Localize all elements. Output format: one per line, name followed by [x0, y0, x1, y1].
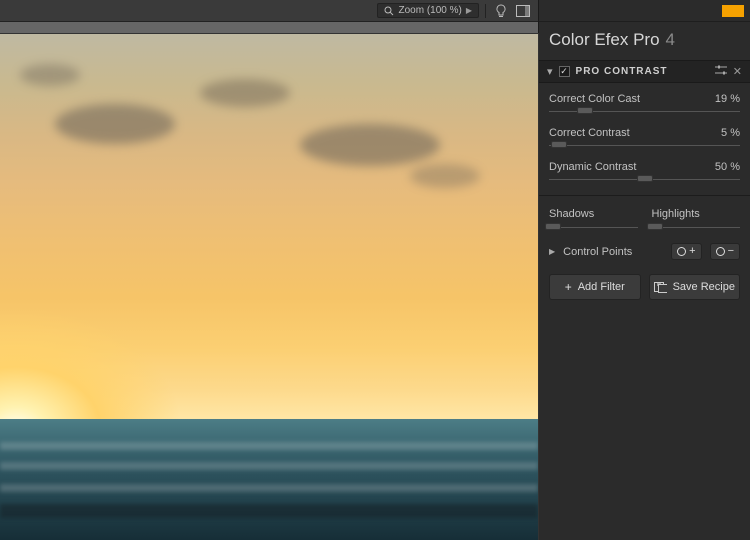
slider-track[interactable]: [549, 107, 740, 115]
zoom-control[interactable]: Zoom (100 %) ▶: [377, 3, 479, 18]
sliders-icon[interactable]: [715, 65, 727, 78]
slider-value: 50 %: [715, 161, 740, 173]
nik-logo: [722, 5, 744, 17]
control-points-label: Control Points: [563, 246, 663, 258]
slider-controls: Correct Color Cast 19 % Correct Contrast 5 …: [539, 83, 750, 189]
add-filter-button[interactable]: + Add Filter: [549, 274, 641, 300]
shadows-label: Shadows: [549, 208, 638, 220]
chevron-right-icon[interactable]: ▶: [549, 247, 555, 256]
slider-thumb[interactable]: [551, 141, 567, 148]
add-filter-label: Add Filter: [578, 281, 625, 293]
top-toolbar: Zoom (100 %) ▶: [0, 0, 538, 22]
slider-label: Dynamic Contrast: [549, 161, 636, 173]
magnifier-icon: [384, 6, 394, 16]
plus-icon: +: [565, 280, 572, 294]
slider-control: Correct Color Cast 19 %: [549, 93, 740, 115]
save-icon: [654, 282, 667, 293]
shadows-slider[interactable]: [549, 223, 638, 231]
slider-track[interactable]: [549, 175, 740, 183]
highlights-control: Highlights: [652, 208, 741, 231]
panel-title-row: Color Efex Pro 4: [539, 22, 750, 60]
add-control-point-button[interactable]: +: [671, 243, 701, 260]
target-icon: [716, 247, 725, 256]
action-buttons: + Add Filter Save Recipe: [539, 270, 750, 312]
save-recipe-button[interactable]: Save Recipe: [649, 274, 741, 300]
filter-name: PRO CONTRAST: [576, 66, 668, 77]
filter-enable-checkbox[interactable]: ✓: [559, 66, 570, 77]
canvas-area: Zoom (100 %) ▶: [0, 0, 538, 540]
slider-control: Dynamic Contrast 50 %: [549, 161, 740, 183]
slider-thumb[interactable]: [637, 175, 653, 182]
toolbar-divider: [485, 4, 486, 18]
target-icon: [677, 247, 686, 256]
slider-thumb[interactable]: [647, 223, 663, 230]
slider-thumb[interactable]: [545, 223, 561, 230]
canvas-viewport[interactable]: [0, 22, 538, 540]
slider-label: Correct Contrast: [549, 127, 630, 139]
slider-thumb[interactable]: [577, 107, 593, 114]
panel-version: 4: [666, 30, 675, 50]
tone-row: Shadows Highlights: [539, 202, 750, 235]
save-recipe-label: Save Recipe: [673, 281, 735, 293]
slider-label: Correct Color Cast: [549, 93, 640, 105]
slider-value: 19 %: [715, 93, 740, 105]
slider-track[interactable]: [549, 141, 740, 149]
slider-value: 5 %: [721, 127, 740, 139]
close-icon[interactable]: ✕: [733, 65, 742, 78]
filter-section-header[interactable]: ▾ ✓ PRO CONTRAST ✕: [539, 60, 750, 83]
lightbulb-icon[interactable]: [492, 3, 510, 19]
slider-control: Correct Contrast 5 %: [549, 127, 740, 149]
chevron-down-icon[interactable]: ▾: [547, 65, 553, 78]
zoom-label: Zoom (100 %): [398, 5, 461, 16]
control-points-row: ▶ Control Points + −: [539, 235, 750, 270]
panel-toggle-icon[interactable]: [514, 3, 532, 19]
panel-header: [539, 0, 750, 22]
image-preview: [0, 34, 538, 540]
chevron-right-icon[interactable]: ▶: [466, 6, 472, 15]
highlights-label: Highlights: [652, 208, 741, 220]
highlights-slider[interactable]: [652, 223, 741, 231]
remove-control-point-button[interactable]: −: [710, 243, 740, 260]
side-panel: Color Efex Pro 4 ▾ ✓ PRO CONTRAST ✕ Corr…: [538, 0, 750, 540]
divider: [539, 195, 750, 196]
panel-title: Color Efex Pro: [549, 30, 660, 50]
shadows-control: Shadows: [549, 208, 638, 231]
